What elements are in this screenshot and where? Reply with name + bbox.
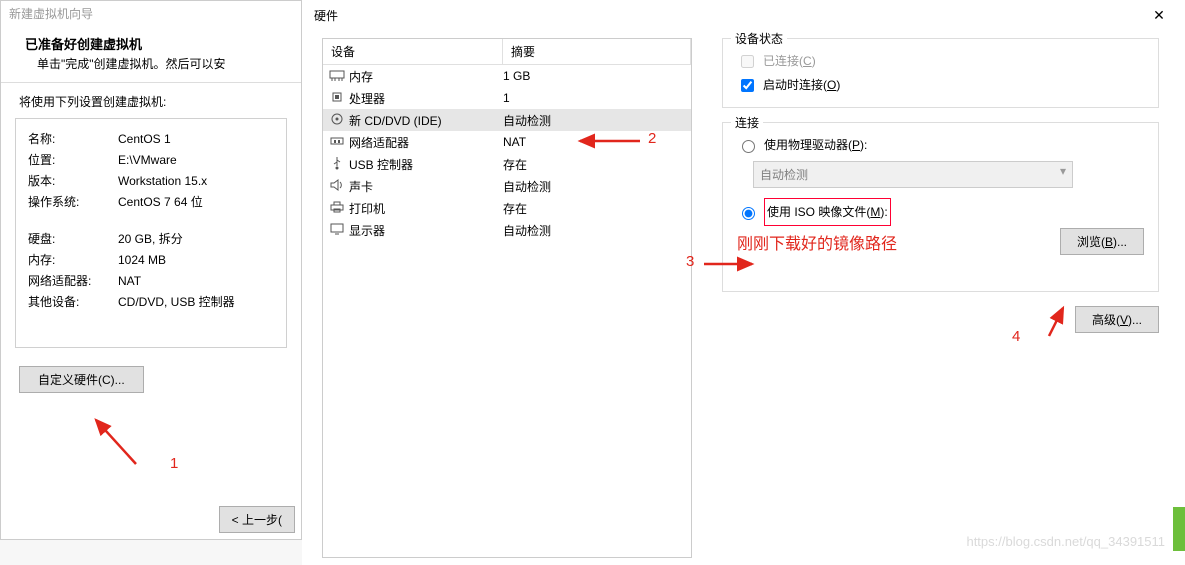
device-row[interactable]: 声卡自动检测 xyxy=(323,175,691,197)
hardware-titlebar: 硬件 ✕ xyxy=(302,0,1185,28)
device-list[interactable]: 设备 摘要 内存1 GB处理器1新 CD/DVD (IDE)自动检测网络适配器N… xyxy=(322,38,692,558)
disc-icon xyxy=(329,112,345,129)
close-icon[interactable]: ✕ xyxy=(1143,7,1175,24)
green-strip xyxy=(1173,507,1185,551)
col-summary: 摘要 xyxy=(503,39,691,64)
annotation-4: 4 xyxy=(1012,328,1020,345)
summary-row: 操作系统:CentOS 7 64 位 xyxy=(28,192,274,213)
device-row[interactable]: USB 控制器存在 xyxy=(323,153,691,175)
connected-checkbox: 已连接(C) xyxy=(737,49,1144,73)
summary-row: 其他设备:CD/DVD, USB 控制器 xyxy=(28,292,274,313)
use-physical-drive-radio[interactable]: 使用物理驱动器(P): xyxy=(737,133,1144,157)
wizard-summary-box: 名称:CentOS 1 位置:E:\VMware 版本:Workstation … xyxy=(15,118,287,348)
summary-row: 硬盘:20 GB, 拆分 xyxy=(28,229,274,250)
watermark: https://blog.csdn.net/qq_34391511 xyxy=(966,534,1165,549)
divider xyxy=(1,82,301,83)
col-device: 设备 xyxy=(323,39,503,64)
summary-row: 位置:E:\VMware xyxy=(28,150,274,171)
wizard-window: 新建虚拟机向导 已准备好创建虚拟机 单击"完成"创建虚拟机。然后可以安 将使用下… xyxy=(0,0,302,540)
browse-button[interactable]: 浏览(B)... xyxy=(1060,228,1144,255)
usb-icon xyxy=(329,156,345,173)
arrow-3-icon xyxy=(700,256,758,272)
annotation-2: 2 xyxy=(648,130,656,147)
device-row[interactable]: 显示器自动检测 xyxy=(323,219,691,241)
wizard-subtitle: 单击"完成"创建虚拟机。然后可以安 xyxy=(1,55,301,82)
arrow-4-icon xyxy=(1045,304,1075,338)
iso-path-note: 刚刚下载好的镜像路径 xyxy=(737,230,1052,254)
sound-icon xyxy=(329,178,345,195)
wizard-window-title: 新建虚拟机向导 xyxy=(1,1,301,26)
arrow-1-icon xyxy=(86,416,146,466)
net-icon xyxy=(329,134,345,151)
physical-drive-select[interactable]: 自动检测 xyxy=(753,161,1073,188)
device-row[interactable]: 打印机存在 xyxy=(323,197,691,219)
wizard-heading: 已准备好创建虚拟机 xyxy=(1,26,301,55)
cpu-icon xyxy=(329,90,345,107)
group-legend: 设备状态 xyxy=(731,30,787,47)
group-legend: 连接 xyxy=(731,114,763,131)
connection-group: 连接 使用物理驱动器(P): 自动检测 使用 ISO 映像文件(M): 刚刚下载… xyxy=(722,122,1159,292)
advanced-button[interactable]: 高级(V)... xyxy=(1075,306,1159,333)
hardware-title: 硬件 xyxy=(312,7,1143,24)
hardware-dialog: 硬件 ✕ 设备 摘要 内存1 GB处理器1新 CD/DVD (IDE)自动检测网… xyxy=(302,0,1185,565)
device-list-header: 设备 摘要 xyxy=(323,38,691,65)
arrow-2-icon xyxy=(576,133,646,149)
connect-on-startup-checkbox[interactable]: 启动时连接(O) xyxy=(737,73,1144,97)
summary-row: 名称:CentOS 1 xyxy=(28,129,274,150)
customize-hardware-button[interactable]: 自定义硬件(C)... xyxy=(19,366,144,393)
wizard-use-label: 将使用下列设置创建虚拟机: xyxy=(1,89,301,114)
back-button[interactable]: < 上一步( xyxy=(219,506,295,533)
printer-icon xyxy=(329,200,345,217)
memory-icon xyxy=(329,68,345,85)
summary-row: 内存:1024 MB xyxy=(28,250,274,271)
device-row[interactable]: 处理器1 xyxy=(323,87,691,109)
annotation-3: 3 xyxy=(686,253,694,270)
annotation-1: 1 xyxy=(170,455,178,472)
device-status-group: 设备状态 已连接(C) 启动时连接(O) xyxy=(722,38,1159,108)
monitor-icon xyxy=(329,222,345,239)
device-row[interactable]: 新 CD/DVD (IDE)自动检测 xyxy=(323,109,691,131)
use-iso-radio[interactable]: 使用 ISO 映像文件(M): xyxy=(737,198,1144,226)
device-settings-panel: 设备状态 已连接(C) 启动时连接(O) 连接 使用物理驱动器(P): 自动检测 xyxy=(722,38,1165,558)
summary-row: 网络适配器:NAT xyxy=(28,271,274,292)
device-row[interactable]: 内存1 GB xyxy=(323,65,691,87)
summary-row: 版本:Workstation 15.x xyxy=(28,171,274,192)
